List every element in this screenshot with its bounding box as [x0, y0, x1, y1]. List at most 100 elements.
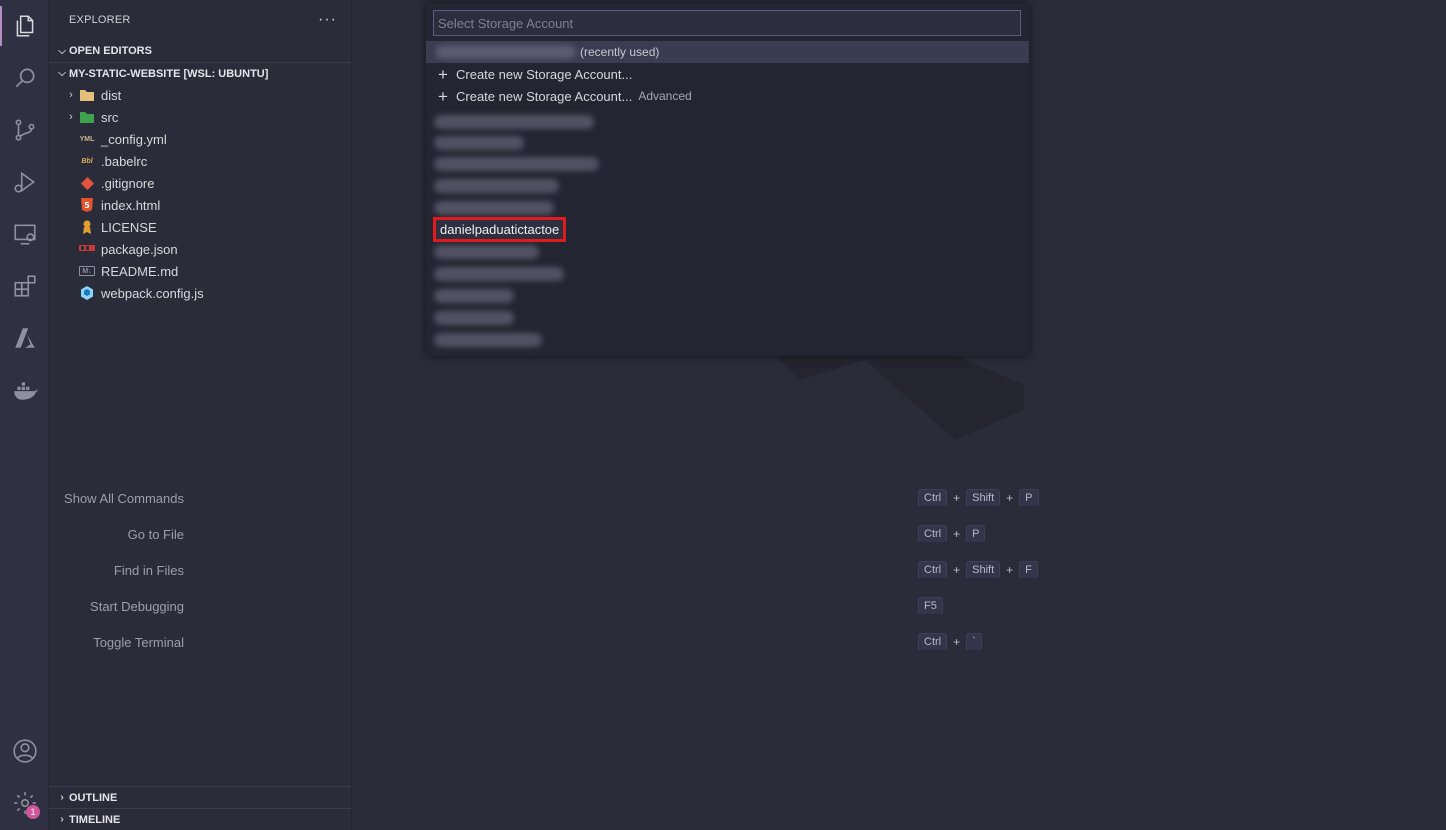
file-tree: › dist › src YML _config.yml Bbl .babelr… — [49, 84, 351, 304]
create-label: Create new Storage Account... — [456, 66, 633, 82]
extensions-icon[interactable] — [0, 262, 49, 310]
quick-pick-input[interactable] — [433, 10, 1021, 36]
file-label: webpack.config.js — [101, 285, 204, 301]
more-actions-icon[interactable]: ··· — [318, 11, 337, 29]
blurred-account-item[interactable] — [434, 289, 514, 303]
yaml-icon: YML — [79, 135, 95, 143]
git-icon — [79, 175, 95, 191]
chevron-right-icon: › — [69, 89, 73, 101]
settings-badge: 1 — [26, 805, 40, 819]
babel-icon: Bbl — [81, 157, 93, 165]
quick-pick-item-recent[interactable]: (recently used) — [426, 41, 1029, 63]
chevron-down-icon: ⌵ — [58, 45, 66, 57]
add-icon: + — [438, 86, 448, 106]
tree-item-dist[interactable]: › dist — [49, 84, 351, 106]
tree-item-config-yml[interactable]: YML _config.yml — [49, 128, 351, 150]
tree-item-package-json[interactable]: package.json — [49, 238, 351, 260]
quick-pick-item-create[interactable]: + Create new Storage Account... — [426, 63, 1029, 85]
key: Ctrl — [918, 633, 948, 651]
workspace-section[interactable]: ⌵ MY-STATIC-WEBSITE [WSL: UBUNTU] — [49, 62, 351, 84]
shortcut-label: Toggle Terminal — [93, 634, 184, 650]
key: P — [966, 525, 986, 543]
blurred-account-item[interactable] — [434, 333, 542, 347]
blurred-account-item[interactable] — [434, 136, 524, 150]
outline-label: OUTLINE — [69, 791, 118, 804]
explorer-header: EXPLORER ··· — [49, 0, 351, 40]
file-label: .babelrc — [101, 153, 148, 169]
tree-item-src[interactable]: › src — [49, 106, 351, 128]
file-label: index.html — [101, 197, 161, 213]
source-control-icon[interactable] — [0, 106, 49, 154]
run-debug-icon[interactable] — [0, 158, 49, 206]
chevron-right-icon: › — [60, 792, 64, 803]
folder-src-icon — [79, 109, 95, 125]
key: Ctrl — [918, 561, 948, 579]
quick-pick-item-highlighted-account[interactable]: danielpaduatictactoe — [433, 217, 567, 242]
advanced-desc: Advanced — [638, 89, 692, 103]
azure-icon[interactable] — [0, 314, 49, 362]
blurred-account-item[interactable] — [434, 115, 594, 129]
explorer-title: EXPLORER — [69, 14, 131, 26]
search-icon[interactable] — [0, 54, 49, 102]
blurred-account-item[interactable] — [434, 267, 564, 281]
file-label: README.md — [101, 263, 179, 279]
npm-icon — [79, 241, 95, 257]
file-label: package.json — [101, 241, 178, 257]
shortcut-keys: Ctrl + ` — [918, 633, 982, 651]
key: ` — [966, 633, 982, 651]
chevron-right-icon: › — [60, 814, 64, 825]
tree-item-gitignore[interactable]: .gitignore — [49, 172, 351, 194]
key: P — [1019, 489, 1039, 507]
key: F5 — [918, 597, 943, 615]
recent-label: (recently used) — [580, 45, 660, 59]
tree-item-readme[interactable]: M↓ README.md — [49, 260, 351, 282]
shortcut-keys: Ctrl + Shift + F — [918, 561, 1038, 579]
chevron-down-icon: ⌵ — [58, 68, 66, 79]
workspace-label: MY-STATIC-WEBSITE [WSL: UBUNTU] — [69, 67, 269, 80]
activity-bar: 1 — [0, 0, 49, 830]
markdown-icon: M↓ — [79, 266, 95, 276]
add-icon: + — [438, 64, 448, 84]
file-label: dist — [101, 87, 122, 103]
chevron-right-icon: › — [69, 111, 73, 123]
blurred-account-item[interactable] — [434, 311, 514, 325]
license-icon — [79, 219, 95, 235]
html5-icon: 5 — [79, 197, 95, 213]
account-icon[interactable] — [0, 727, 49, 775]
tree-item-babelrc[interactable]: Bbl .babelrc — [49, 150, 351, 172]
shortcut-keys: Ctrl + P — [918, 525, 986, 543]
remote-explorer-icon[interactable] — [0, 210, 49, 258]
quick-pick-item-create-advanced[interactable]: + Create new Storage Account... Advanced — [426, 85, 1029, 107]
folder-dist-icon — [79, 87, 95, 103]
shortcut-label: Go to File — [127, 526, 184, 542]
key: Shift — [966, 489, 1001, 507]
tree-item-webpack-config[interactable]: webpack.config.js — [49, 282, 351, 304]
shortcut-label: Start Debugging — [90, 598, 184, 614]
docker-icon[interactable] — [0, 366, 49, 414]
open-editors-label: OPEN EDITORS — [69, 45, 152, 57]
blurred-account-name — [436, 45, 576, 59]
svg-text:5: 5 — [84, 201, 90, 210]
blurred-account-item[interactable] — [434, 245, 539, 259]
shortcut-label: Find in Files — [113, 562, 184, 578]
key: F — [1019, 561, 1038, 579]
tree-item-license[interactable]: LICENSE — [49, 216, 351, 238]
file-label: LICENSE — [101, 219, 157, 235]
tree-item-index-html[interactable]: 5 index.html — [49, 194, 351, 216]
shortcut-keys: F5 — [918, 597, 943, 615]
open-editors-section[interactable]: ⌵ OPEN EDITORS — [49, 40, 351, 62]
blurred-account-item[interactable] — [434, 157, 599, 171]
key: Ctrl — [918, 525, 948, 543]
shortcut-label: Show All Commands — [64, 490, 184, 506]
file-label: _config.yml — [101, 131, 167, 147]
file-label: .gitignore — [101, 175, 155, 191]
explorer-sidebar: EXPLORER ··· ⌵ OPEN EDITORS ⌵ MY-STATIC-… — [49, 0, 352, 830]
blurred-account-item[interactable] — [434, 179, 559, 193]
settings-gear-icon[interactable]: 1 — [0, 779, 49, 827]
create-advanced-label: Create new Storage Account... — [456, 88, 633, 104]
file-label: src — [101, 109, 119, 125]
explorer-icon[interactable] — [0, 2, 49, 50]
blurred-account-item[interactable] — [434, 201, 554, 215]
outline-section[interactable]: › OUTLINE — [49, 786, 351, 808]
timeline-section[interactable]: › TIMELINE — [49, 808, 351, 830]
